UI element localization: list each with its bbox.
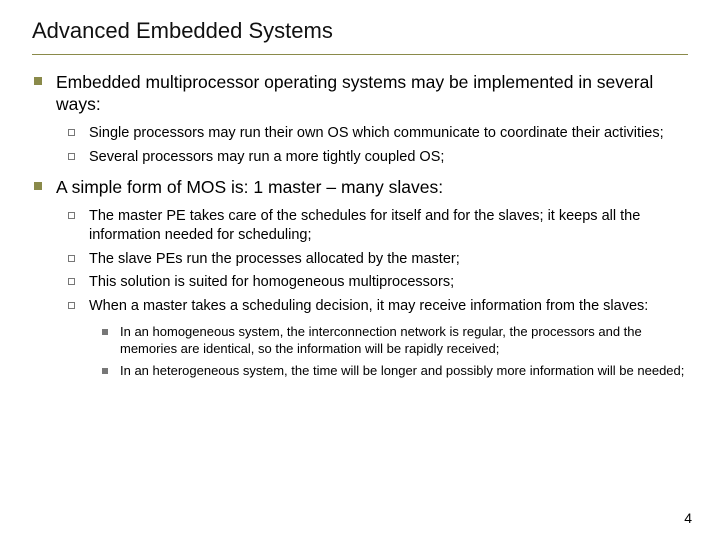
small-square-bullet-icon <box>102 329 108 335</box>
list-item: This solution is suited for homogeneous … <box>62 273 692 292</box>
list-item: Embedded multiprocessor operating system… <box>28 71 692 166</box>
page-number: 4 <box>684 510 692 526</box>
outline-square-bullet-icon <box>68 255 75 262</box>
list-item: The master PE takes care of the schedule… <box>62 207 692 245</box>
slide-title: Advanced Embedded Systems <box>32 18 688 44</box>
bullet-text: This solution is suited for homogeneous … <box>89 273 454 292</box>
list-item: When a master takes a scheduling decisio… <box>62 297 692 380</box>
bullet-text: In an homogeneous system, the interconne… <box>120 324 692 358</box>
list-item: In an homogeneous system, the interconne… <box>96 324 692 358</box>
outline-square-bullet-icon <box>68 129 75 136</box>
bullet-text: When a master takes a scheduling decisio… <box>89 297 648 316</box>
list-item: A simple form of MOS is: 1 master – many… <box>28 176 692 379</box>
bullet-list-level2: Single processors may run their own OS w… <box>28 124 692 167</box>
slide: Advanced Embedded Systems Embedded multi… <box>0 0 720 540</box>
outline-square-bullet-icon <box>68 153 75 160</box>
bullet-list-level1: Embedded multiprocessor operating system… <box>28 71 692 380</box>
bullet-text: Single processors may run their own OS w… <box>89 124 664 143</box>
bullet-text: A simple form of MOS is: 1 master – many… <box>56 176 443 198</box>
list-item: The slave PEs run the processes allocate… <box>62 250 692 269</box>
bullet-text: The master PE takes care of the schedule… <box>89 207 692 245</box>
list-item: Single processors may run their own OS w… <box>62 124 692 143</box>
outline-square-bullet-icon <box>68 302 75 309</box>
outline-square-bullet-icon <box>68 278 75 285</box>
bullet-list-level2: The master PE takes care of the schedule… <box>28 207 692 380</box>
bullet-text: Embedded multiprocessor operating system… <box>56 71 692 116</box>
bullet-text: Several processors may run a more tightl… <box>89 148 444 167</box>
bullet-text: The slave PEs run the processes allocate… <box>89 250 460 269</box>
outline-square-bullet-icon <box>68 212 75 219</box>
small-square-bullet-icon <box>102 368 108 374</box>
list-item: Several processors may run a more tightl… <box>62 148 692 167</box>
title-rule: Advanced Embedded Systems <box>32 18 688 55</box>
bullet-list-level3: In an homogeneous system, the interconne… <box>62 324 692 380</box>
square-bullet-icon <box>34 182 42 190</box>
square-bullet-icon <box>34 77 42 85</box>
bullet-text: In an heterogeneous system, the time wil… <box>120 363 684 380</box>
list-item: In an heterogeneous system, the time wil… <box>96 363 692 380</box>
